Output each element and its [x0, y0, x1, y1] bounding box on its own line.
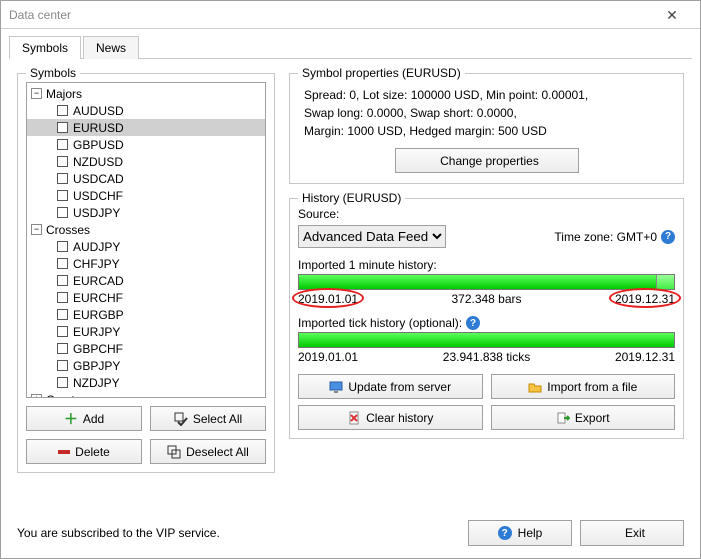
properties-fieldset: Symbol properties (EURUSD) Spread: 0, Lo… [289, 73, 684, 184]
tree-item-eurjpy[interactable]: EURJPY [27, 323, 265, 340]
tick-from: 2019.01.01 [298, 350, 358, 364]
clear-history-button[interactable]: Clear history [298, 405, 483, 430]
tree-item-gbpusd[interactable]: GBPUSD [27, 136, 265, 153]
checkbox[interactable] [57, 207, 68, 218]
select-all-icon [174, 412, 188, 426]
import-file-button[interactable]: Import from a file [491, 374, 676, 399]
minus-icon [58, 450, 70, 454]
footer: You are subscribed to the VIP service. ?… [1, 510, 700, 558]
tree-item-audjpy[interactable]: AUDJPY [27, 238, 265, 255]
minute-dates: 2019.01.01 372.348 bars 2019.12.31 [298, 292, 675, 306]
window-title: Data center [9, 1, 71, 29]
select-all-button[interactable]: Select All [150, 406, 266, 431]
help-icon: ? [498, 526, 512, 540]
tree-group-crosses[interactable]: −Crosses [27, 221, 265, 238]
checkbox[interactable] [57, 275, 68, 286]
tree-item-usdcad[interactable]: USDCAD [27, 170, 265, 187]
collapse-icon[interactable]: − [31, 224, 42, 235]
change-properties-button[interactable]: Change properties [395, 148, 579, 173]
checkbox[interactable] [57, 343, 68, 354]
checkbox[interactable] [57, 292, 68, 303]
collapse-icon[interactable]: − [31, 88, 42, 99]
tick-bars: 23.941.838 ticks [443, 350, 530, 364]
tick-dates: 2019.01.01 23.941.838 ticks 2019.12.31 [298, 350, 675, 364]
monitor-icon [329, 380, 343, 394]
help-button[interactable]: ?Help [468, 520, 572, 546]
properties-text: Spread: 0, Lot size: 100000 USD, Min poi… [304, 86, 675, 140]
help-icon[interactable]: ? [466, 316, 480, 330]
minute-from: 2019.01.01 [298, 292, 358, 306]
timezone-label: Time zone: GMT+0 [554, 230, 657, 244]
checkbox[interactable] [57, 139, 68, 150]
checkbox[interactable] [57, 309, 68, 320]
tree-item-gbpjpy[interactable]: GBPJPY [27, 357, 265, 374]
symbol-tree[interactable]: −MajorsAUDUSDEURUSDGBPUSDNZDUSDUSDCADUSD… [26, 82, 266, 398]
export-icon [556, 411, 570, 425]
delete-doc-icon [347, 411, 361, 425]
checkbox[interactable] [57, 326, 68, 337]
checkbox[interactable] [57, 377, 68, 388]
vip-status: You are subscribed to the VIP service. [17, 526, 220, 540]
checkbox[interactable] [57, 190, 68, 201]
checkbox[interactable] [57, 258, 68, 269]
tab-news[interactable]: News [83, 36, 139, 59]
tree-group-crypto[interactable]: +Crypto [27, 391, 265, 398]
expand-icon[interactable]: + [31, 394, 42, 398]
checkbox[interactable] [57, 156, 68, 167]
minute-bars: 372.348 bars [451, 292, 521, 306]
tabs: Symbols News [9, 35, 692, 59]
checkbox[interactable] [57, 105, 68, 116]
symbols-legend: Symbols [26, 66, 80, 80]
checkbox[interactable] [57, 173, 68, 184]
tab-symbols[interactable]: Symbols [9, 36, 81, 59]
tree-item-nzdusd[interactable]: NZDUSD [27, 153, 265, 170]
tree-item-usdjpy[interactable]: USDJPY [27, 204, 265, 221]
minute-to: 2019.12.31 [615, 292, 675, 306]
minute-progress-bar [298, 274, 675, 290]
tree-item-audusd[interactable]: AUDUSD [27, 102, 265, 119]
exit-button[interactable]: Exit [580, 520, 684, 546]
delete-button[interactable]: Delete [26, 439, 142, 464]
tree-item-eurchf[interactable]: EURCHF [27, 289, 265, 306]
tree-item-gbpchf[interactable]: GBPCHF [27, 340, 265, 357]
tree-item-nzdjpy[interactable]: NZDJPY [27, 374, 265, 391]
checkbox[interactable] [57, 122, 68, 133]
tree-item-eurgbp[interactable]: EURGBP [27, 306, 265, 323]
checkbox[interactable] [57, 360, 68, 371]
export-button[interactable]: Export [491, 405, 676, 430]
deselect-all-button[interactable]: Deselect All [150, 439, 266, 464]
plus-icon: ＋ [64, 409, 78, 429]
tree-item-eurcad[interactable]: EURCAD [27, 272, 265, 289]
history-fieldset: History (EURUSD) Source: Advanced Data F… [289, 198, 684, 439]
tick-history-label: Imported tick history (optional): ? [298, 316, 675, 330]
tree-group-majors[interactable]: −Majors [27, 85, 265, 102]
symbols-fieldset: Symbols −MajorsAUDUSDEURUSDGBPUSDNZDUSDU… [17, 73, 275, 473]
add-button[interactable]: ＋Add [26, 406, 142, 431]
tree-item-chfjpy[interactable]: CHFJPY [27, 255, 265, 272]
tick-progress-bar [298, 332, 675, 348]
help-icon[interactable]: ? [661, 230, 675, 244]
tree-item-usdchf[interactable]: USDCHF [27, 187, 265, 204]
update-server-button[interactable]: Update from server [298, 374, 483, 399]
source-label: Source: [298, 207, 675, 221]
tick-to: 2019.12.31 [615, 350, 675, 364]
properties-legend: Symbol properties (EURUSD) [298, 66, 465, 80]
checkbox[interactable] [57, 241, 68, 252]
minute-history-label: Imported 1 minute history: [298, 258, 675, 272]
tree-item-eurusd[interactable]: EURUSD [27, 119, 265, 136]
source-select[interactable]: Advanced Data Feed [298, 225, 446, 248]
titlebar: Data center ✕ [1, 1, 700, 29]
history-legend: History (EURUSD) [298, 191, 405, 205]
deselect-all-icon [167, 445, 181, 459]
close-icon[interactable]: ✕ [652, 1, 692, 29]
folder-open-icon [528, 380, 542, 394]
